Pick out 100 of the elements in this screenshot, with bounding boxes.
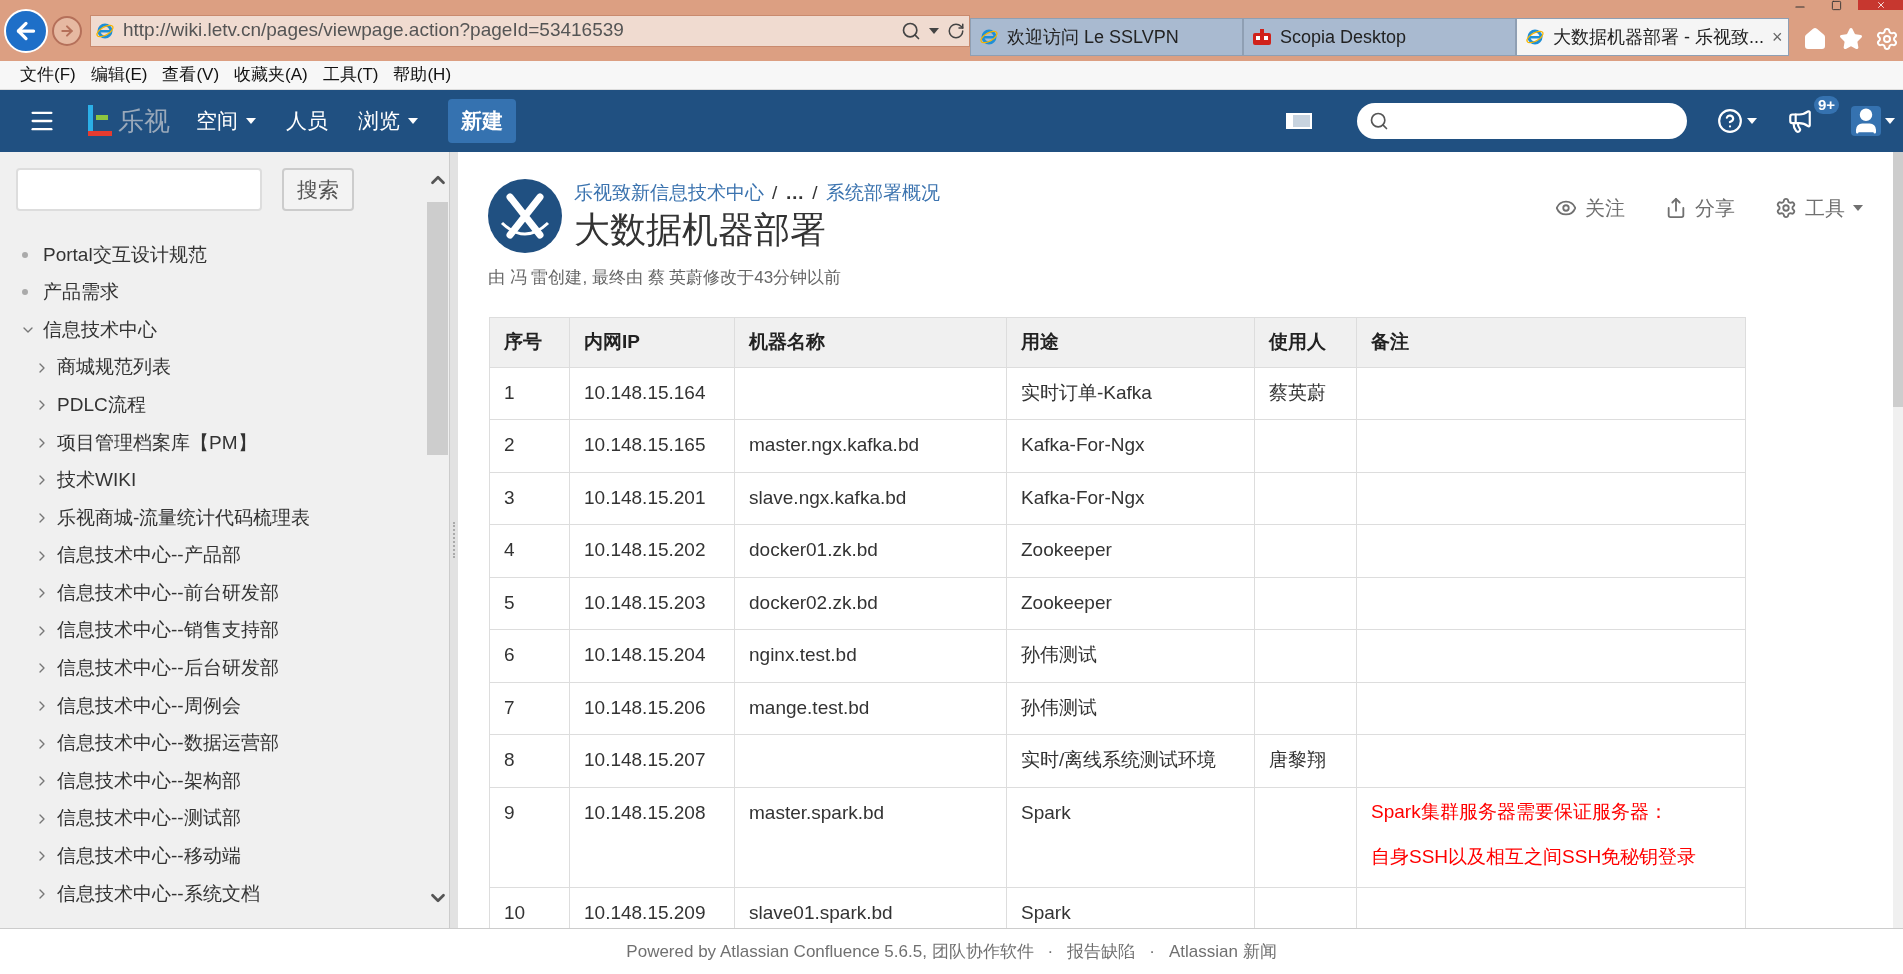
page-tree-link[interactable]: 信息技术中心--系统文档: [57, 879, 260, 909]
page-tree-link[interactable]: 信息技术中心--前台研发部: [57, 578, 279, 608]
caret-icon: [929, 27, 939, 34]
footer-link[interactable]: Atlassian 新闻: [1168, 938, 1277, 965]
nav-menu[interactable]: 浏览: [358, 105, 418, 137]
table-cell: docker01.zk.bd: [734, 524, 1007, 577]
page-tree-link[interactable]: 信息技术中心--数据运营部: [57, 729, 279, 758]
table-cell: 10.148.15.207: [569, 734, 735, 787]
page-byline: 由 冯 雷创建, 最终由 蔡 英蔚修改于43分钟以前: [487, 267, 843, 289]
forward-button[interactable]: [52, 15, 82, 46]
table-cell: nginx.test.bd: [734, 629, 1007, 682]
table-cell: Zookeeper: [1006, 524, 1255, 577]
nav-menu[interactable]: 人员: [286, 105, 328, 137]
table-cell: 实时/离线系统测试环境: [1006, 734, 1255, 787]
page-tree-link[interactable]: 信息技术中心--移动端: [57, 842, 241, 871]
table-cell: 10.148.15.206: [569, 682, 735, 735]
page-tree-link[interactable]: 技术WIKI: [57, 466, 137, 495]
page-tree-link[interactable]: 项目管理档案库【PM】: [57, 428, 257, 457]
settings-icon: [1775, 197, 1797, 219]
back-button[interactable]: [4, 8, 48, 53]
menu-item[interactable]: 收藏夹(A): [234, 62, 308, 88]
table-cell: 10.148.15.208: [569, 787, 735, 887]
table-cell: Spark: [1006, 787, 1255, 887]
table-cell: slave.ngx.kafka.bd: [734, 472, 1007, 525]
nav-menu[interactable]: 空间: [196, 105, 256, 137]
menu-item[interactable]: 文件(F): [20, 62, 76, 88]
breadcrumb-link[interactable]: 乐视致新信息技术中心: [574, 179, 764, 208]
help-icon[interactable]: [1717, 108, 1743, 134]
page-tree-link[interactable]: 产品需求: [43, 278, 119, 307]
menu-item[interactable]: 编辑(E): [90, 62, 148, 88]
bullet-icon: [22, 251, 28, 258]
page-scrollbar[interactable]: [1893, 152, 1903, 928]
create-button[interactable]: 新建: [448, 99, 516, 143]
search-icon[interactable]: [901, 20, 921, 41]
table-cell: Kafka-For-Ngx: [1006, 472, 1255, 525]
table-cell: Zookeeper: [1006, 577, 1255, 630]
notification-icon[interactable]: [1787, 108, 1813, 134]
table-cell: mange.test.bd: [734, 682, 1007, 735]
star-icon[interactable]: [1839, 26, 1863, 51]
bullet-icon: [22, 289, 28, 296]
remark-text: Spark集群服务器需要保证服务器： 自身SSH以及相互之间SSH免秘钥登录: [1371, 799, 1698, 869]
table-cell: 10.148.15.202: [569, 524, 735, 577]
tab-title: 大数据机器部署 - 乐视致...: [1553, 25, 1764, 49]
column-header: 机器名称: [734, 317, 1007, 367]
space-logo-icon: [488, 179, 562, 253]
page-tree-link[interactable]: PDLC流程: [57, 390, 146, 420]
settings-icon[interactable]: [1875, 26, 1899, 51]
page-tree-link[interactable]: 信息技术中心--架构部: [57, 766, 241, 796]
logo-mark-icon: [86, 103, 114, 139]
caret-icon: [408, 118, 418, 124]
robot-icon: [1252, 28, 1272, 46]
url-text: http://wiki.letv.cn/pages/viewpage.action?pageId=53416539: [123, 18, 625, 43]
sidebar-toggle-icon[interactable]: [1286, 111, 1312, 131]
search-button[interactable]: 搜索: [282, 168, 354, 211]
page-action-button[interactable]: 工具: [1775, 193, 1863, 223]
user-avatar[interactable]: [1851, 106, 1881, 136]
page-tree-link[interactable]: 信息技术中心--后台研发部: [57, 654, 279, 683]
footer-link[interactable]: 报告缺陷: [1067, 938, 1136, 965]
breadcrumb-ellipsis[interactable]: …: [785, 179, 805, 208]
menu-item[interactable]: 工具(T): [322, 62, 379, 88]
close-button[interactable]: [1858, 0, 1903, 10]
menu-item[interactable]: 查看(V): [162, 62, 220, 88]
browser-tab[interactable]: 大数据机器部署 - 乐视致... ×: [1516, 18, 1789, 56]
browser-tab[interactable]: Scopia Desktop: [1243, 18, 1516, 56]
home-icon[interactable]: [1803, 26, 1827, 51]
close-tab-button[interactable]: ×: [1772, 23, 1783, 51]
address-field[interactable]: http://wiki.letv.cn/pages/viewpage.action?pageId=53416539: [90, 14, 970, 47]
page-tree-link[interactable]: 信息技术中心--销售支持部: [57, 616, 279, 645]
page-title: 大数据机器部署: [574, 207, 827, 252]
table-cell: master.ngx.kafka.bd: [734, 419, 1007, 472]
table-cell: 唐黎翔: [1254, 734, 1357, 787]
table-cell: 孙伟测试: [1006, 682, 1255, 735]
table-cell: 10.148.15.165: [569, 419, 735, 472]
table-cell: 4: [489, 524, 570, 577]
breadcrumb-link[interactable]: 系统部署概况: [825, 179, 940, 208]
search-field[interactable]: [1357, 103, 1687, 139]
page-action-button[interactable]: 分享: [1665, 193, 1735, 223]
table-cell: 10.148.15.203: [569, 577, 735, 630]
table-cell: 5: [489, 577, 570, 630]
page-tree-link[interactable]: 乐视商城-流量统计代码梳理表: [57, 503, 311, 533]
page-tree-link[interactable]: Portal交互设计规范: [43, 240, 207, 270]
scrollbar-thumb[interactable]: [1893, 152, 1903, 407]
page-tree-link[interactable]: 信息技术中心: [43, 315, 157, 345]
page-tree-link[interactable]: 信息技术中心--测试部: [57, 804, 241, 833]
scrollbar-thumb[interactable]: [427, 202, 448, 455]
table-cell: Kafka-For-Ngx: [1006, 419, 1255, 472]
table-cell: 蔡英蔚: [1254, 367, 1357, 420]
page-tree-link[interactable]: 信息技术中心--周例会: [57, 691, 241, 721]
menu-item[interactable]: 帮助(H): [393, 62, 452, 88]
column-header: 用途: [1006, 317, 1255, 367]
page-tree-link[interactable]: 商城规范列表: [57, 353, 171, 382]
table-cell: 10.148.15.201: [569, 472, 735, 525]
sidebar-search-field[interactable]: [16, 168, 262, 211]
maximize-icon[interactable]: [1831, 0, 1842, 11]
table-cell: 7: [489, 682, 570, 735]
table-cell: master.spark.bd: [734, 787, 1007, 887]
page-tree-link[interactable]: 信息技术中心--产品部: [57, 541, 241, 570]
refresh-icon[interactable]: [947, 21, 965, 40]
browser-tab[interactable]: 欢迎访问 Le SSLVPN: [970, 18, 1243, 56]
page-action-button[interactable]: 关注: [1555, 193, 1625, 223]
